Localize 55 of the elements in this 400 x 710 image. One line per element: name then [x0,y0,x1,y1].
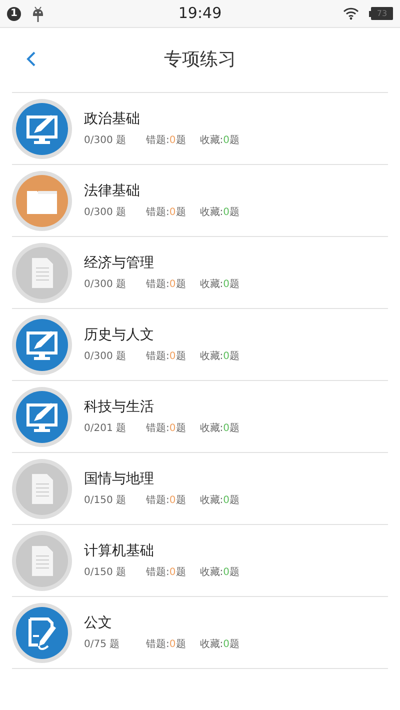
android-icon [32,6,44,22]
category-item[interactable]: 计算机基础 0/150 题 错题:0题 收藏:0题 [12,525,388,597]
wrong-count: 错题:0题 [146,134,186,148]
wrong-count: 错题:0题 [146,638,186,652]
category-title: 政治基础 [84,110,141,129]
wifi-icon [343,7,359,20]
category-item[interactable]: 经济与管理 0/300 题 错题:0题 收藏:0题 [12,237,388,309]
monitor-icon [16,102,68,154]
progress-count: 0/75 题 [84,638,121,652]
clock-time: 19:49 [178,3,222,24]
category-item[interactable]: 国情与地理 0/150 题 错题:0题 收藏:0题 [12,453,388,525]
saved-count: 收藏:0题 [200,494,240,508]
category-title: 法律基础 [84,182,141,201]
category-item[interactable]: 公文 0/75 题 错题:0题 收藏:0题 [12,597,388,669]
back-icon[interactable] [26,51,36,67]
category-title: 公文 [84,614,113,633]
document-icon [16,534,68,586]
document-icon [16,246,68,298]
category-title: 经济与管理 [84,254,155,273]
progress-count: 0/150 题 [84,566,127,580]
saved-count: 收藏:0题 [200,422,240,436]
document-icon [16,462,68,514]
saved-count: 收藏:0题 [200,206,240,220]
folder-icon [16,174,68,226]
wrong-count: 错题:0题 [146,566,186,580]
notification-badge: 1 [7,6,21,20]
category-item[interactable]: 科技与生活 0/201 题 错题:0题 收藏:0题 [12,381,388,453]
wrong-count: 错题:0题 [146,278,186,292]
progress-count: 0/300 题 [84,278,127,292]
battery-icon: 73 [369,7,393,20]
page-title: 专项练习 [164,48,236,72]
wrong-count: 错题:0题 [146,206,186,220]
saved-count: 收藏:0题 [200,350,240,364]
category-title: 科技与生活 [84,398,155,417]
wrong-count: 错题:0题 [146,494,186,508]
monitor-icon [16,318,68,370]
progress-count: 0/201 题 [84,422,127,436]
saved-count: 收藏:0题 [200,134,240,148]
category-title: 历史与人文 [84,326,155,345]
category-item[interactable]: 政治基础 0/300 题 错题:0题 收藏:0题 [12,93,388,165]
progress-count: 0/300 题 [84,134,127,148]
saved-count: 收藏:0题 [200,278,240,292]
progress-count: 0/150 题 [84,494,127,508]
monitor-icon [16,390,68,442]
saved-count: 收藏:0题 [200,638,240,652]
category-title: 国情与地理 [84,470,155,489]
category-item[interactable]: 法律基础 0/300 题 错题:0题 收藏:0题 [12,165,388,237]
progress-count: 0/300 题 [84,350,127,364]
wrong-count: 错题:0题 [146,422,186,436]
progress-count: 0/300 题 [84,206,127,220]
wrong-count: 错题:0题 [146,350,186,364]
edit-icon [16,606,68,658]
category-title: 计算机基础 [84,542,155,561]
saved-count: 收藏:0题 [200,566,240,580]
category-item[interactable]: 历史与人文 0/300 题 错题:0题 收藏:0题 [12,309,388,381]
